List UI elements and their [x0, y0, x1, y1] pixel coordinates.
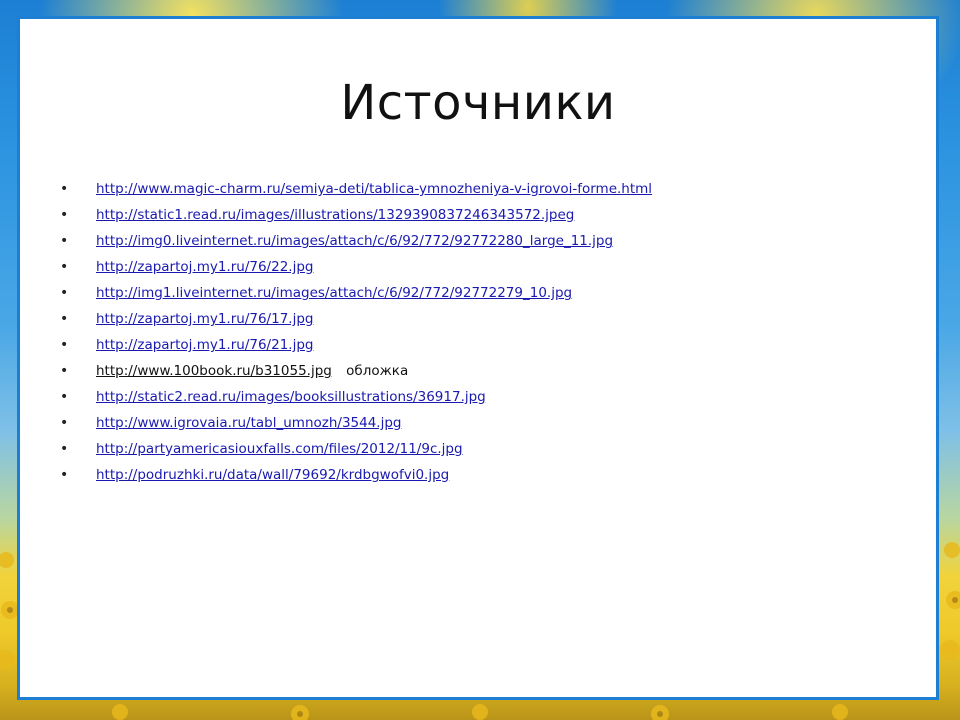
- source-link[interactable]: http://zapartoj.my1.ru/76/17.jpg: [96, 311, 313, 327]
- list-item: • http://zapartoj.my1.ru/76/22.jpg: [60, 257, 900, 283]
- bullet-icon: •: [60, 337, 69, 353]
- list-item: • http://img0.liveinternet.ru/images/att…: [60, 231, 900, 257]
- bullet-icon: •: [60, 259, 69, 275]
- source-link[interactable]: http://partyamericasiouxfalls.com/files/…: [96, 441, 463, 457]
- source-link[interactable]: http://zapartoj.my1.ru/76/22.jpg: [96, 259, 313, 275]
- list-item: • http://static2.read.ru/images/booksill…: [60, 387, 900, 413]
- bullet-icon: •: [60, 415, 69, 431]
- source-note: обложка: [346, 363, 409, 379]
- list-item: • http://static1.read.ru/images/illustra…: [60, 205, 900, 231]
- list-item: • http://podruzhki.ru/data/wall/79692/kr…: [60, 465, 900, 491]
- source-link[interactable]: http://static2.read.ru/images/booksillus…: [96, 389, 486, 405]
- bullet-icon: •: [60, 311, 69, 327]
- bullet-icon: •: [60, 285, 69, 301]
- list-item: • http://www.100book.ru/b31055.jpg облож…: [60, 361, 900, 387]
- source-link[interactable]: http://www.100book.ru/b31055.jpg: [96, 363, 332, 379]
- list-item: • http://img1.liveinternet.ru/images/att…: [60, 283, 900, 309]
- source-link[interactable]: http://www.igrovaia.ru/tabl_umnozh/3544.…: [96, 415, 401, 431]
- list-item: • http://www.magic-charm.ru/semiya-deti/…: [60, 179, 900, 205]
- source-link[interactable]: http://img1.liveinternet.ru/images/attac…: [96, 285, 572, 301]
- bullet-icon: •: [60, 389, 69, 405]
- slide-panel: Источники • http://www.magic-charm.ru/se…: [17, 16, 939, 700]
- bullet-icon: •: [60, 207, 69, 223]
- bullet-icon: •: [60, 181, 69, 197]
- list-item: • http://partyamericasiouxfalls.com/file…: [60, 439, 900, 465]
- list-item: • http://zapartoj.my1.ru/76/17.jpg: [60, 309, 900, 335]
- sources-list: • http://www.magic-charm.ru/semiya-deti/…: [60, 179, 900, 491]
- source-link[interactable]: http://img0.liveinternet.ru/images/attac…: [96, 233, 613, 249]
- bullet-icon: •: [60, 233, 69, 249]
- list-item: • http://www.igrovaia.ru/tabl_umnozh/354…: [60, 413, 900, 439]
- source-link[interactable]: http://static1.read.ru/images/illustrati…: [96, 207, 574, 223]
- source-link[interactable]: http://zapartoj.my1.ru/76/21.jpg: [96, 337, 313, 353]
- source-link[interactable]: http://www.magic-charm.ru/semiya-deti/ta…: [96, 181, 652, 197]
- bullet-icon: •: [60, 441, 69, 457]
- bullet-icon: •: [60, 363, 69, 379]
- slide-title: Источники: [340, 75, 616, 131]
- bullet-icon: •: [60, 467, 69, 483]
- list-item: • http://zapartoj.my1.ru/76/21.jpg: [60, 335, 900, 361]
- source-link[interactable]: http://podruzhki.ru/data/wall/79692/krdb…: [96, 467, 449, 483]
